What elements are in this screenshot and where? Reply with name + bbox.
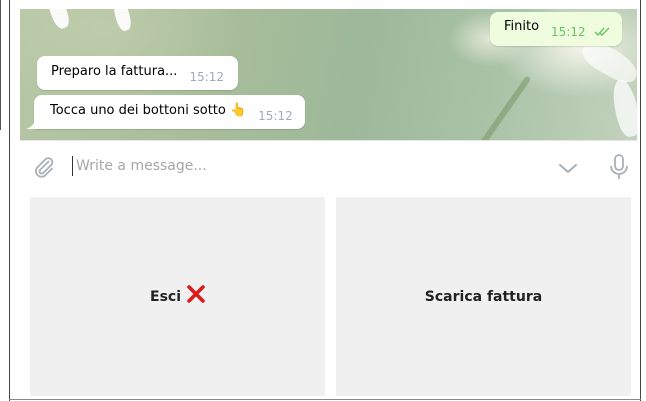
text-cursor [72, 156, 73, 176]
incoming-message[interactable]: Preparo la fattura... 15:12 [37, 56, 239, 90]
bubble-tail [26, 119, 36, 129]
message-composer [20, 140, 637, 192]
message-time: 15:12 [551, 25, 586, 39]
window-edge-left [0, 0, 1, 130]
chat-history[interactable]: Finito 15:12 Preparo la fattura... 15:12… [20, 9, 637, 140]
reply-keyboard: Esci Scarica fattura [20, 192, 637, 399]
button-label: Esci [150, 288, 181, 305]
message-text: Preparo la fattura... [51, 63, 178, 79]
outgoing-message[interactable]: Finito 15:12 [490, 12, 622, 46]
download-invoice-button[interactable]: Scarica fattura [336, 197, 631, 396]
chevron-down-icon[interactable] [556, 157, 580, 181]
wallpaper-petal [110, 9, 134, 33]
message-input[interactable] [76, 153, 476, 179]
wallpaper-stem [474, 75, 532, 140]
message-text: Finito [504, 18, 540, 34]
wallpaper-petal [609, 77, 637, 139]
microphone-icon[interactable] [607, 153, 631, 181]
message-text: Tocca uno dei bottoni sotto 👆 [50, 102, 247, 118]
incoming-message[interactable]: Tocca uno dei bottoni sotto 👆 15:12 [34, 95, 305, 129]
window-edge-left-inner [9, 0, 10, 401]
double-check-icon [594, 27, 612, 37]
message-time: 15:12 [258, 109, 293, 123]
window-edge-bottom [9, 399, 641, 400]
wallpaper-petal [43, 9, 73, 31]
window-edge-right [640, 0, 641, 401]
telegram-window: Finito 15:12 Preparo la fattura... 15:12… [0, 0, 646, 401]
button-label: Scarica fattura [424, 288, 543, 305]
message-time: 15:12 [189, 70, 225, 84]
exit-button[interactable]: Esci [30, 197, 325, 396]
paperclip-icon[interactable] [32, 155, 56, 179]
cross-mark-icon [187, 285, 205, 308]
